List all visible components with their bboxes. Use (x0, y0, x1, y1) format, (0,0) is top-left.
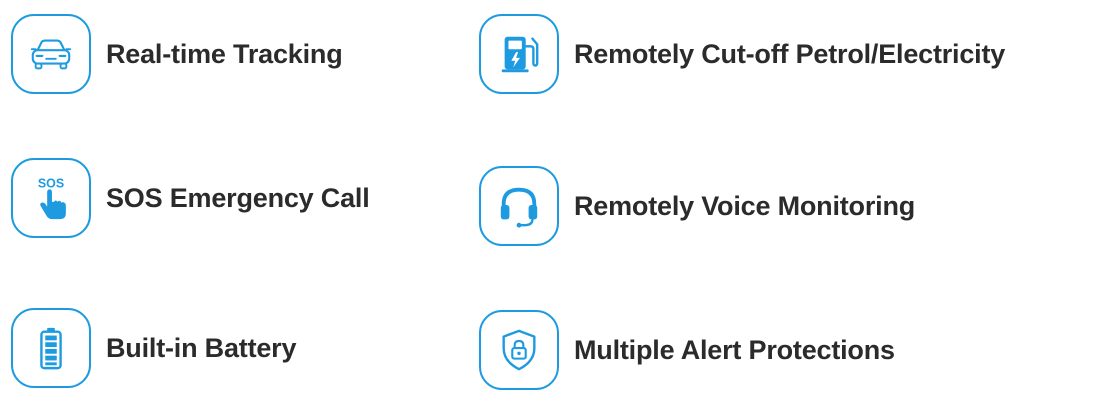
feature-label: Multiple Alert Protections (574, 334, 895, 365)
fuel-pump-icon-frame (478, 13, 560, 95)
feature-label: Real-time Tracking (106, 38, 343, 69)
sos-hand-icon: SOS (38, 176, 66, 220)
feature-sos-emergency-call: SOS SOS Emergency Call (10, 148, 370, 248)
feature-real-time-tracking: Real-time Tracking (10, 4, 343, 104)
fuel-pump-icon (501, 36, 539, 73)
feature-alert-protections: Multiple Alert Protections (478, 300, 895, 400)
shield-lock-icon (502, 329, 536, 371)
feature-voice-monitoring: Remotely Voice Monitoring (478, 156, 915, 256)
feature-label: Remotely Voice Monitoring (574, 190, 916, 221)
car-icon (30, 39, 72, 70)
sos-hand-icon-frame: SOS (10, 157, 92, 239)
feature-grid: Real-time Tracking Remotely Cut-off Petr… (0, 0, 1104, 392)
feature-remote-cutoff: Remotely Cut-off Petrol/Electricity (478, 4, 1005, 104)
feature-built-in-battery: Built-in Battery (10, 298, 297, 398)
car-icon-frame (10, 13, 92, 95)
feature-label: SOS Emergency Call (106, 182, 370, 213)
feature-label: Built-in Battery (106, 332, 297, 363)
feature-label: Remotely Cut-off Petrol/Electricity (574, 38, 1006, 69)
battery-icon-frame (10, 307, 92, 389)
headset-icon-frame (478, 165, 560, 247)
shield-lock-icon-frame (478, 309, 560, 391)
sos-icon-text: SOS (38, 176, 64, 190)
battery-icon (40, 327, 62, 370)
headset-icon (500, 187, 538, 228)
